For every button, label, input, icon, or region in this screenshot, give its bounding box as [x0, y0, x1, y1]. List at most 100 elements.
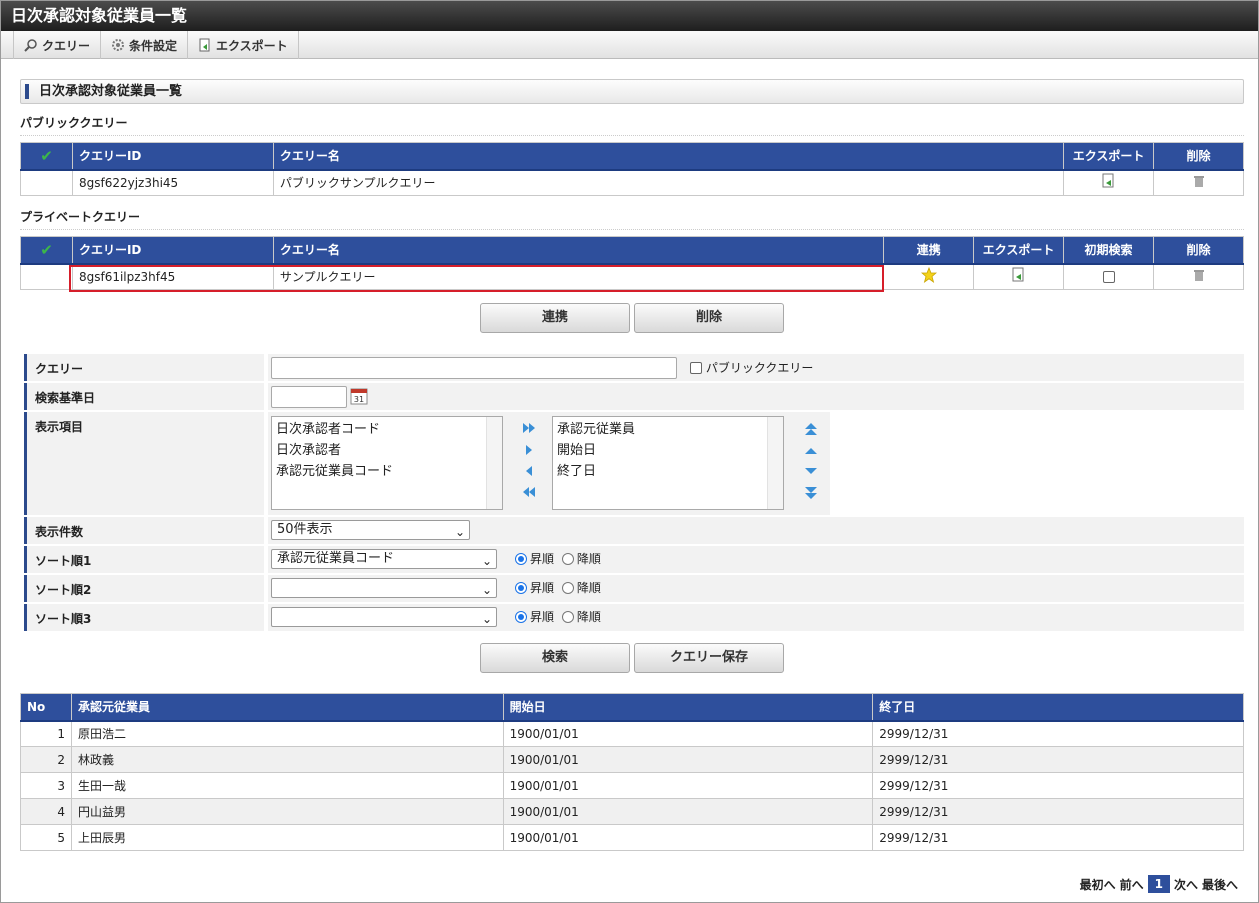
public-query-checkbox[interactable]: [690, 362, 702, 374]
pager-first[interactable]: 最初へ: [1080, 876, 1116, 893]
table-row[interactable]: 1 原田浩二 1900/01/01 2999/12/31: [20, 720, 1244, 747]
select-cell[interactable]: [20, 263, 73, 290]
results-table: No 承認元従業員 開始日 終了日 1 原田浩二 1900/01/01 2999…: [20, 693, 1244, 851]
query-id-cell[interactable]: 8gsf61ilpz3hf45: [71, 263, 274, 290]
star-icon[interactable]: [920, 267, 937, 284]
export-button[interactable]: エクスポート: [187, 31, 299, 59]
move-up-icon[interactable]: [804, 446, 818, 456]
move-down-icon[interactable]: [804, 466, 818, 476]
table-row[interactable]: 4 円山益男 1900/01/01 2999/12/31: [20, 798, 1244, 825]
no-cell: 4: [20, 798, 72, 825]
section-title: 日次承認対象従業員一覧: [20, 79, 1244, 104]
move-right-icon[interactable]: [524, 444, 534, 456]
list-item[interactable]: 承認元従業員: [557, 419, 779, 440]
chevron-down-icon: ⌄: [481, 612, 492, 626]
start-date-cell: 1900/01/01: [502, 772, 874, 799]
conditions-button[interactable]: 条件設定: [100, 31, 187, 59]
no-cell: 1: [20, 720, 72, 747]
export-icon[interactable]: [1102, 173, 1116, 189]
calendar-icon[interactable]: 31: [350, 387, 368, 405]
conditions-button-label: 条件設定: [129, 38, 178, 53]
table-row[interactable]: 8gsf61ilpz3hf45 サンプルクエリー: [20, 263, 1244, 290]
search-button[interactable]: 検索: [480, 643, 630, 673]
sort3-desc-radio[interactable]: [561, 611, 574, 623]
list-item[interactable]: 承認元従業員コード: [276, 461, 498, 482]
move-bottom-icon[interactable]: [804, 486, 818, 500]
query-input[interactable]: [271, 357, 677, 379]
query-name-cell[interactable]: パブリックサンプルクエリー: [272, 169, 1065, 196]
export-cell[interactable]: [1063, 169, 1155, 196]
employee-cell[interactable]: 上田辰男: [70, 824, 504, 851]
no-cell: 3: [20, 772, 72, 799]
sort3-select[interactable]: ⌄: [271, 607, 497, 627]
delete-cell[interactable]: [1153, 263, 1244, 290]
start-date-cell: 1900/01/01: [502, 798, 874, 825]
move-top-icon[interactable]: [804, 422, 818, 436]
base-date-input[interactable]: [271, 386, 347, 408]
query-button[interactable]: クエリー: [13, 31, 100, 59]
select-column-header: ✔: [20, 142, 73, 171]
export-icon: [199, 38, 210, 52]
public-query-checkbox-wrap[interactable]: パブリッククエリー: [690, 359, 813, 376]
trash-icon[interactable]: [1193, 174, 1205, 188]
link-cell[interactable]: [883, 263, 975, 290]
employee-cell[interactable]: 円山益男: [70, 798, 504, 825]
pager-current[interactable]: 1: [1147, 875, 1170, 893]
sort2-desc-radio[interactable]: [561, 582, 574, 594]
pager-next[interactable]: 次へ: [1174, 876, 1198, 893]
list-item[interactable]: 日次承認者コード: [276, 419, 498, 440]
column-header: No: [20, 693, 72, 722]
sort2-asc-radio[interactable]: [515, 582, 527, 594]
save-query-button[interactable]: クエリー保存: [634, 643, 784, 673]
column-header: 削除: [1153, 236, 1244, 265]
export-cell[interactable]: [973, 263, 1065, 290]
delete-button[interactable]: 削除: [634, 303, 784, 333]
table-row[interactable]: 3 生田一哉 1900/01/01 2999/12/31: [20, 772, 1244, 799]
selected-items-list[interactable]: 承認元従業員 開始日 終了日: [552, 416, 784, 510]
sort1-asc-radio[interactable]: [515, 553, 527, 565]
export-icon[interactable]: [1012, 267, 1026, 283]
initial-search-checkbox[interactable]: [1102, 270, 1115, 283]
table-row[interactable]: 8gsf622yjz3hi45 パブリックサンプルクエリー: [20, 169, 1244, 196]
employee-cell[interactable]: 生田一哉: [70, 772, 504, 799]
pager-last[interactable]: 最後へ: [1202, 876, 1238, 893]
sort1-select[interactable]: 承認元従業員コード ⌄: [271, 549, 497, 569]
scrollbar[interactable]: [486, 417, 502, 509]
query-label: クエリー: [24, 354, 264, 381]
move-left-icon[interactable]: [524, 465, 534, 477]
trash-icon[interactable]: [1193, 268, 1205, 282]
link-button[interactable]: 連携: [480, 303, 630, 333]
sort1-desc-radio[interactable]: [561, 553, 574, 565]
sort3-row: ソート順3 ⌄ 昇順 降順: [24, 604, 1244, 631]
table-row[interactable]: 2 林政義 1900/01/01 2999/12/31: [20, 746, 1244, 773]
move-all-left-icon[interactable]: [522, 486, 536, 498]
count-select-value: 50件表示: [277, 522, 333, 537]
column-header: エクスポート: [1063, 142, 1155, 171]
sort3-asc-radio[interactable]: [515, 611, 527, 623]
employee-cell[interactable]: 林政義: [70, 746, 504, 773]
sort2-select[interactable]: ⌄: [271, 578, 497, 598]
column-header: 終了日: [872, 693, 1244, 722]
scrollbar[interactable]: [767, 417, 783, 509]
column-header: 初期検索: [1063, 236, 1154, 265]
sort1-select-value: 承認元従業員コード: [277, 551, 395, 566]
query-id-cell[interactable]: 8gsf622yjz3hi45: [71, 169, 274, 196]
delete-cell[interactable]: [1153, 169, 1244, 196]
pager-prev[interactable]: 前へ: [1120, 876, 1144, 893]
employee-cell[interactable]: 原田浩二: [70, 720, 504, 747]
private-query-heading: プライベートクエリー: [20, 208, 1244, 230]
list-item[interactable]: 終了日: [557, 461, 779, 482]
initial-search-cell[interactable]: [1063, 263, 1154, 290]
list-item[interactable]: 日次承認者: [276, 440, 498, 461]
move-all-right-icon[interactable]: [522, 422, 536, 434]
start-date-cell: 1900/01/01: [502, 824, 874, 851]
sort2-asc-label: 昇順: [530, 581, 555, 595]
count-select[interactable]: 50件表示 ⌄: [271, 520, 470, 540]
table-row[interactable]: 5 上田辰男 1900/01/01 2999/12/31: [20, 824, 1244, 851]
select-cell[interactable]: [20, 169, 73, 196]
sort2-order: 昇順 降順: [515, 579, 601, 596]
list-item[interactable]: 開始日: [557, 440, 779, 461]
available-items-list[interactable]: 日次承認者コード 日次承認者 承認元従業員コード: [271, 416, 503, 510]
sort3-order: 昇順 降順: [515, 608, 601, 625]
query-name-cell[interactable]: サンプルクエリー: [272, 263, 885, 290]
